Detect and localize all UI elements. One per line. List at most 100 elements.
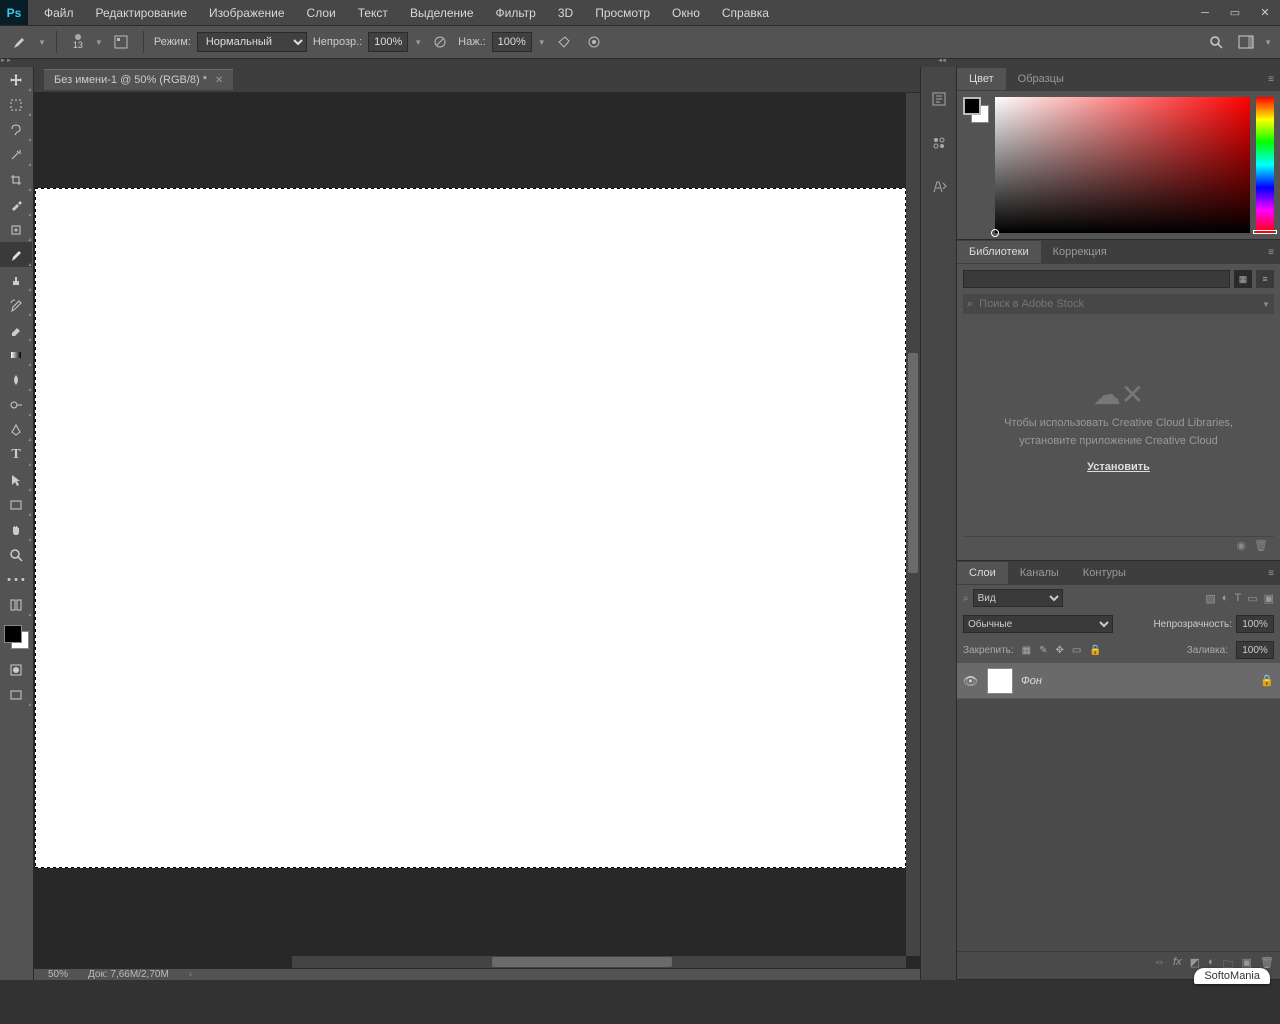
close-button[interactable]: ✕ xyxy=(1250,0,1280,25)
layer-name[interactable]: Фон xyxy=(1021,675,1252,687)
layer-thumbnail[interactable] xyxy=(987,668,1013,694)
brush-preview[interactable]: 13 xyxy=(67,31,89,53)
more-tools[interactable]: • • • xyxy=(0,567,32,592)
blur-tool[interactable] xyxy=(0,367,32,392)
move-tool[interactable] xyxy=(0,67,32,92)
eyedropper-tool[interactable] xyxy=(0,192,32,217)
document-tab[interactable]: Без имени-1 @ 50% (RGB/8) * ✕ xyxy=(44,69,233,90)
brush-tool[interactable] xyxy=(0,242,32,267)
maximize-button[interactable]: ▭ xyxy=(1220,0,1250,25)
tab-adjustments[interactable]: Коррекция xyxy=(1041,241,1119,263)
quick-mask-tool[interactable] xyxy=(0,657,32,682)
crop-tool[interactable] xyxy=(0,167,32,192)
clone-stamp-tool[interactable] xyxy=(0,267,32,292)
color-field[interactable] xyxy=(995,97,1250,233)
search-dropdown-icon[interactable]: ▼ xyxy=(1262,300,1270,309)
history-brush-tool[interactable] xyxy=(0,292,32,317)
lock-brush-icon[interactable]: ✎ xyxy=(1039,645,1047,656)
menu-window[interactable]: Окно xyxy=(662,2,710,24)
color-panel-menu-icon[interactable]: ≡ xyxy=(1268,74,1274,85)
layer-opacity-input[interactable] xyxy=(1236,615,1274,633)
lock-pixels-icon[interactable]: ▦ xyxy=(1022,645,1031,656)
menu-help[interactable]: Справка xyxy=(712,2,779,24)
character-panel-icon[interactable] xyxy=(927,175,951,199)
filter-smart-icon[interactable]: ▣ xyxy=(1264,592,1274,605)
foreground-color[interactable] xyxy=(4,625,22,643)
rectangle-tool[interactable] xyxy=(0,492,32,517)
fill-input[interactable] xyxy=(1236,641,1274,659)
healing-brush-tool[interactable] xyxy=(0,217,32,242)
opacity-dropdown-icon[interactable]: ▼ xyxy=(414,38,422,47)
blend-mode-select[interactable]: Обычные xyxy=(963,615,1113,633)
layer-item[interactable]: 👁 Фон 🔒 xyxy=(957,663,1280,699)
layer-lock-icon[interactable]: 🔒 xyxy=(1260,674,1274,687)
tab-swatches[interactable]: Образцы xyxy=(1006,68,1076,90)
tab-layers[interactable]: Слои xyxy=(957,562,1008,584)
horizontal-scrollbar-thumb[interactable] xyxy=(492,957,672,967)
layers-panel-menu-icon[interactable]: ≡ xyxy=(1268,568,1274,579)
canvas-viewport[interactable]: 50% Док: 7,66M/2,70M › xyxy=(34,93,920,980)
lock-all-icon[interactable]: 🔒 xyxy=(1089,645,1101,656)
flow-input[interactable] xyxy=(492,32,532,52)
library-delete-icon[interactable]: 🗑 xyxy=(1254,539,1268,552)
dodge-tool[interactable] xyxy=(0,392,32,417)
tab-channels[interactable]: Каналы xyxy=(1008,562,1071,584)
filter-shape-icon[interactable]: ▭ xyxy=(1247,592,1257,605)
library-sync-icon[interactable]: ◉ xyxy=(1236,539,1246,552)
minimize-button[interactable]: ─ xyxy=(1190,0,1220,25)
tab-paths[interactable]: Контуры xyxy=(1071,562,1138,584)
tool-preset-dropdown-icon[interactable]: ▼ xyxy=(38,38,46,47)
menu-layers[interactable]: Слои xyxy=(297,2,346,24)
flow-dropdown-icon[interactable]: ▼ xyxy=(538,38,546,47)
filter-pixel-icon[interactable]: ▨ xyxy=(1205,592,1215,605)
libraries-panel-menu-icon[interactable]: ≡ xyxy=(1268,247,1274,258)
menu-filter[interactable]: Фильтр xyxy=(486,2,546,24)
screen-mode-tool[interactable] xyxy=(0,682,32,707)
vertical-scrollbar[interactable] xyxy=(906,93,920,956)
grid-view-icon[interactable]: ▦ xyxy=(1234,270,1252,288)
horizontal-scrollbar[interactable] xyxy=(292,956,906,968)
workspace-layout-icon[interactable] xyxy=(1234,30,1258,54)
list-view-icon[interactable]: ≡ xyxy=(1256,270,1274,288)
properties-panel-icon[interactable] xyxy=(927,131,951,155)
path-select-tool[interactable] xyxy=(0,467,32,492)
pen-tool[interactable] xyxy=(0,417,32,442)
menu-text[interactable]: Текст xyxy=(348,2,398,24)
pressure-opacity-icon[interactable] xyxy=(428,30,452,54)
stock-search[interactable]: ⌕ ▼ xyxy=(963,294,1274,314)
color-swatches[interactable] xyxy=(2,623,31,651)
gradient-tool[interactable] xyxy=(0,342,32,367)
search-icon[interactable] xyxy=(1204,30,1228,54)
panel-collapse-strip[interactable]: ►► xyxy=(0,59,1280,67)
edit-toolbar[interactable] xyxy=(0,592,32,617)
menu-file[interactable]: Файл xyxy=(34,2,84,24)
stock-search-input[interactable] xyxy=(979,298,1256,310)
vertical-scrollbar-thumb[interactable] xyxy=(908,353,918,573)
eraser-tool[interactable] xyxy=(0,317,32,342)
opacity-input[interactable] xyxy=(368,32,408,52)
menu-3d[interactable]: 3D xyxy=(548,2,583,24)
layer-kind-select[interactable]: Вид xyxy=(973,589,1063,607)
layer-fx-icon[interactable]: fx xyxy=(1173,956,1182,975)
hue-thumb[interactable] xyxy=(1253,230,1277,234)
library-select[interactable] xyxy=(963,270,1230,288)
color-mini-swatches[interactable] xyxy=(963,97,989,233)
color-fg-swatch[interactable] xyxy=(963,97,981,115)
hue-slider[interactable] xyxy=(1256,97,1274,233)
canvas[interactable] xyxy=(35,188,906,868)
filter-search-icon[interactable]: ⌕ xyxy=(963,593,969,604)
color-cursor[interactable] xyxy=(991,229,999,237)
brush-preset-dropdown-icon[interactable]: ▼ xyxy=(95,38,103,47)
magic-wand-tool[interactable] xyxy=(0,142,32,167)
airbrush-icon[interactable] xyxy=(552,30,576,54)
lock-artboard-icon[interactable]: ▭ xyxy=(1072,645,1081,656)
marquee-tool[interactable] xyxy=(0,92,32,117)
filter-adjustment-icon[interactable]: ◐ xyxy=(1222,592,1229,605)
brush-panel-toggle[interactable] xyxy=(109,30,133,54)
menu-image[interactable]: Изображение xyxy=(199,2,295,24)
zoom-tool[interactable] xyxy=(0,542,32,567)
status-chevron-icon[interactable]: › xyxy=(189,969,192,980)
pressure-size-icon[interactable] xyxy=(582,30,606,54)
close-tab-icon[interactable]: ✕ xyxy=(215,75,223,86)
install-link[interactable]: Установить xyxy=(1087,461,1150,473)
